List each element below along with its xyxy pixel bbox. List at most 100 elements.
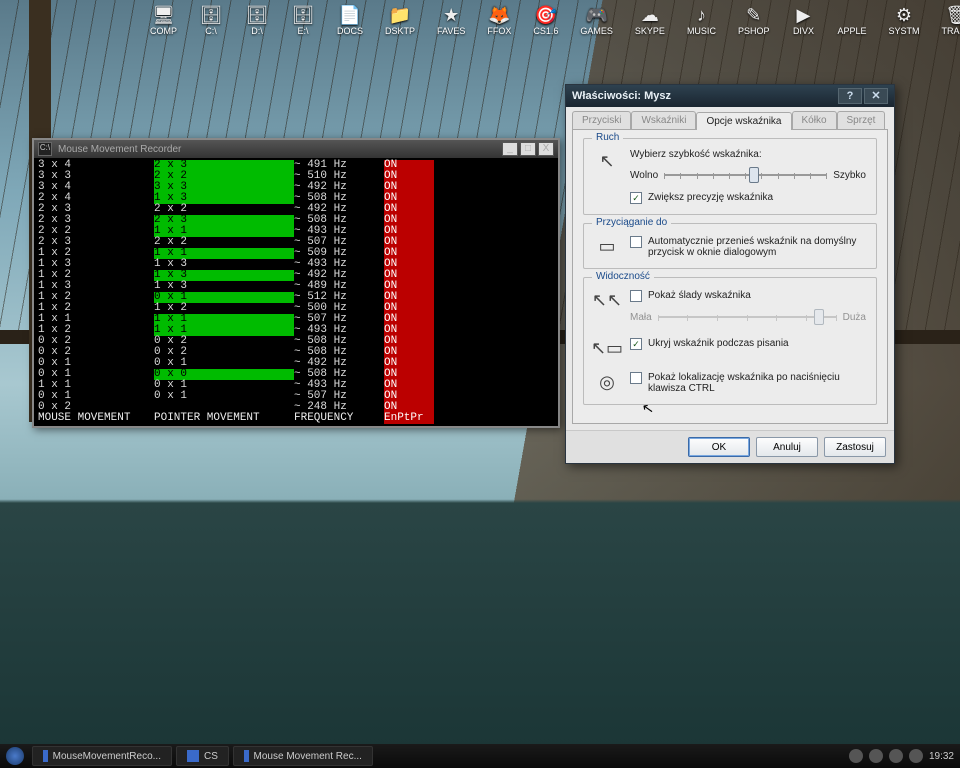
desktop-icon-label: APPLE <box>837 26 866 36</box>
tab-sprz-t[interactable]: Sprzęt <box>837 111 886 129</box>
desktop-icon-glyph: 🗑 <box>945 4 960 26</box>
tab-przyciski[interactable]: Przyciski <box>572 111 631 129</box>
hide-pointer-checkbox[interactable]: ✓ <box>630 338 642 350</box>
desktop-icon-label: FAVES <box>437 26 465 36</box>
desktop-icon-glyph: 🎮 <box>585 4 609 26</box>
desktop-icon-label: SYSTM <box>888 26 919 36</box>
desktop-icon-glyph: 🦊 <box>487 4 511 26</box>
tab-opcje-wska-nika[interactable]: Opcje wskaźnika <box>696 112 791 130</box>
desktop-icon-glyph: ♪ <box>689 4 713 26</box>
desktop-icon-comp[interactable]: 🖥COMP <box>150 4 177 36</box>
desktop-icon-docs[interactable]: 📄DOCS <box>337 4 363 36</box>
tray-icon[interactable] <box>869 749 883 763</box>
dialog-button-row: OK Anuluj Zastosuj <box>566 430 894 463</box>
tab-panel-pointer-options: Ruch ↖ Wybierz szybkość wskaźnika: Wolno… <box>572 129 888 424</box>
desktop-icon-trash[interactable]: 🗑TRASH <box>942 4 960 36</box>
apply-button[interactable]: Zastosuj <box>824 437 886 457</box>
desktop-icon-glyph: 📄 <box>338 4 362 26</box>
enhance-precision-checkbox[interactable]: ✓ <box>630 192 642 204</box>
desktop-icon-cs16[interactable]: 🎯CS1.6 <box>533 4 558 36</box>
desktop-icon-pshop[interactable]: ✎PSHOP <box>738 4 770 36</box>
dialog-help-button[interactable]: ? <box>838 88 862 104</box>
desktop-icon-dsktp[interactable]: 📁DSKTP <box>385 4 415 36</box>
hide-pointer-label: Ukryj wskaźnik podczas pisania <box>648 338 789 349</box>
console-maximize-button[interactable]: □ <box>520 142 536 156</box>
desktop-icon-label: FFOX <box>487 26 511 36</box>
desktop-icon-music[interactable]: ♪MUSIC <box>687 4 716 36</box>
desktop-icon-label: TRASH <box>942 26 960 36</box>
taskbar: MouseMovementReco... CS Mouse Movement Rec… <box>0 744 960 768</box>
taskbar-item[interactable]: MouseMovementReco... <box>32 746 172 766</box>
cancel-button[interactable]: Anuluj <box>756 437 818 457</box>
system-tray: 19:32 <box>849 749 954 763</box>
console-window: C:\ Mouse Movement Recorder _ □ X 3 x 42… <box>32 138 560 428</box>
desktop-icon-glyph: ★ <box>439 4 463 26</box>
desktop-icon-glyph: 📁 <box>388 4 412 26</box>
slider-slow-label: Wolno <box>630 170 658 181</box>
tray-icon[interactable] <box>889 749 903 763</box>
console-minimize-button[interactable]: _ <box>502 142 518 156</box>
desktop-icon-label: C:\ <box>205 26 217 36</box>
tray-icon[interactable] <box>909 749 923 763</box>
ctrl-locate-checkbox[interactable] <box>630 372 642 384</box>
desktop-icon-skype[interactable]: ☁SKYPE <box>635 4 665 36</box>
snap-to-label: Automatycznie przenieś wskaźnik na domyś… <box>648 236 866 258</box>
desktop-icon-label: E:\ <box>297 26 308 36</box>
pointer-trails-slider <box>658 308 837 326</box>
mouse-properties-dialog: Właściwości: Mysz ? ✕ PrzyciskiWskaźniki… <box>565 84 895 464</box>
desktop-icon-label: MUSIC <box>687 26 716 36</box>
console-title-icon: C:\ <box>38 142 52 156</box>
group-visibility-legend: Widoczność <box>592 271 654 282</box>
tab-k--ko[interactable]: Kółko <box>792 111 837 129</box>
desktop-icon-d[interactable]: 🗄D:\ <box>245 4 269 36</box>
task-label: MouseMovementReco... <box>53 751 161 762</box>
taskbar-clock: 19:32 <box>929 751 954 762</box>
group-visibility: Widoczność ↖↖ Pokaż ślady wskaźnika Mała <box>583 277 877 405</box>
task-icon <box>43 750 48 762</box>
ctrl-locate-label: Pokaż lokalizację wskaźnika po naciśnięc… <box>648 372 866 394</box>
desktop-icon-glyph <box>840 4 864 26</box>
pointer-trails-icon: ↖↖ <box>594 288 620 312</box>
start-button[interactable] <box>6 747 24 765</box>
enhance-precision-label: Zwiększ precyzję wskaźnika <box>648 192 773 203</box>
desktop-icon-glyph: 🗄 <box>291 4 315 26</box>
desktop-icon-label: DOCS <box>337 26 363 36</box>
desktop-icon-glyph: 🖥 <box>152 4 176 26</box>
desktop-icon-glyph: ☁ <box>638 4 662 26</box>
pointer-speed-slider[interactable] <box>664 166 827 184</box>
desktop-icon-systm[interactable]: ⚙SYSTM <box>888 4 919 36</box>
desktop-icon-e[interactable]: 🗄E:\ <box>291 4 315 36</box>
slider-fast-label: Szybko <box>833 170 866 181</box>
trails-slow-label: Mała <box>630 312 652 323</box>
taskbar-item[interactable]: Mouse Movement Rec... <box>233 746 373 766</box>
desktop-icon-faves[interactable]: ★FAVES <box>437 4 465 36</box>
tab-wska-niki[interactable]: Wskaźniki <box>631 111 696 129</box>
pointer-speed-icon: ↖ <box>594 149 620 173</box>
desktop-icon-glyph: ✎ <box>742 4 766 26</box>
console-titlebar[interactable]: C:\ Mouse Movement Recorder _ □ X <box>34 140 558 158</box>
pointer-trails-checkbox[interactable] <box>630 290 642 302</box>
snap-to-checkbox[interactable] <box>630 236 642 248</box>
pointer-trails-label: Pokaż ślady wskaźnika <box>648 290 751 301</box>
dialog-close-button[interactable]: ✕ <box>864 88 888 104</box>
console-close-button[interactable]: X <box>538 142 554 156</box>
desktop-icon-divx[interactable]: ▶DIVX <box>791 4 815 36</box>
desktop-icon-glyph: ▶ <box>791 4 815 26</box>
pointer-speed-label: Wybierz szybkość wskaźnika: <box>630 149 866 160</box>
task-icon <box>187 750 199 762</box>
dialog-title-text: Właściwości: Mysz <box>572 90 671 102</box>
desktop-icon-glyph: 🗄 <box>199 4 223 26</box>
desktop-icon-label: GAMES <box>580 26 613 36</box>
desktop-icon-apple[interactable]: APPLE <box>837 4 866 36</box>
taskbar-item[interactable]: CS <box>176 746 229 766</box>
tray-icon[interactable] <box>849 749 863 763</box>
desktop-icon-games[interactable]: 🎮GAMES <box>580 4 613 36</box>
desktop-icon-label: CS1.6 <box>533 26 558 36</box>
group-snap-legend: Przyciąganie do <box>592 217 671 228</box>
desktop-icon-ffox[interactable]: 🦊FFOX <box>487 4 511 36</box>
desktop-icon-c[interactable]: 🗄C:\ <box>199 4 223 36</box>
task-label: CS <box>204 751 218 762</box>
desktop-icon-label: COMP <box>150 26 177 36</box>
dialog-titlebar[interactable]: Właściwości: Mysz ? ✕ <box>566 85 894 107</box>
ok-button[interactable]: OK <box>688 437 750 457</box>
